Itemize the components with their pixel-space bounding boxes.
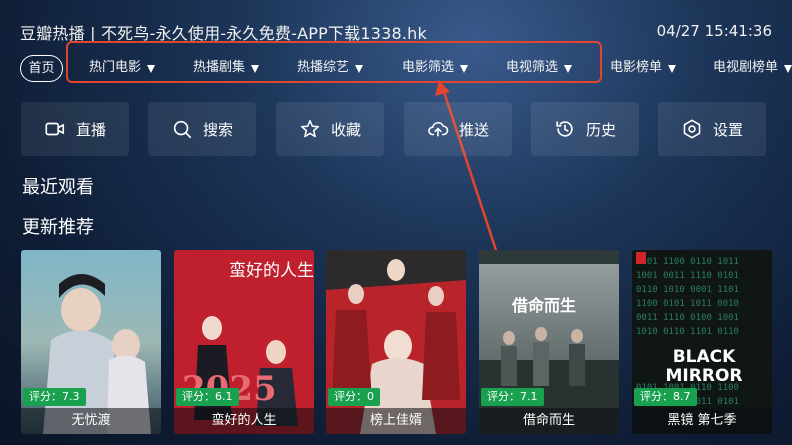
card-title: 借命而生 [479, 408, 619, 434]
cloud-upload-icon [428, 121, 449, 137]
search-button[interactable]: 搜索 [148, 102, 256, 156]
score-badge: 评分：6.1 [176, 388, 239, 406]
filter-triangle-icon [251, 64, 260, 73]
svg-text:0110 1010 0001 1101: 0110 1010 0001 1101 [636, 285, 739, 295]
tab-hot-movies[interactable]: 热门电影 [89, 53, 156, 83]
tab-hot-variety[interactable]: 热播综艺 [297, 53, 364, 83]
media-card[interactable]: 评分：7.3 无忧渡 [21, 250, 161, 434]
live-label: 直播 [75, 120, 106, 139]
score-badge: 评分：7.3 [23, 388, 86, 406]
filter-triangle-icon [564, 64, 573, 73]
tab-label: 电视剧榜单 [713, 60, 779, 75]
score-badge: 评分：7.1 [481, 388, 544, 406]
svg-text:1001 0011 1110 0101: 1001 0011 1110 0101 [636, 271, 739, 281]
favorites-label: 收藏 [330, 120, 361, 139]
settings-label: 设置 [712, 120, 743, 139]
tab-tv-ranking[interactable]: 电视剧榜单 [713, 53, 792, 83]
live-button[interactable]: 直播 [21, 102, 129, 156]
media-card[interactable]: 评分：0 榜上佳婿 [326, 250, 466, 434]
filter-triangle-icon [355, 64, 364, 73]
card-title: 黑镜 第七季 [632, 408, 772, 434]
svg-text:1100 0101 1011 0010: 1100 0101 1011 0010 [636, 299, 739, 309]
poster-title-text: 借命而生 [512, 296, 577, 315]
push-button[interactable]: 推送 [404, 102, 512, 156]
history-label: 历史 [585, 120, 616, 139]
section-updates-title: 更新推荐 [22, 217, 94, 238]
tab-label: 电影筛选 [402, 60, 455, 75]
poster-image [21, 250, 161, 434]
svg-text:1010 0110 1101 0110: 1010 0110 1101 0110 [636, 327, 739, 337]
filter-triangle-icon [147, 64, 156, 73]
header-clock: 04/27 15:41:36 [656, 22, 772, 40]
search-icon [173, 120, 192, 139]
tab-movie-ranking[interactable]: 电影榜单 [610, 53, 677, 83]
score-badge: 评分：8.7 [634, 388, 697, 406]
header-title: 豆瓣热播 | 不死鸟-永久使用-永久免费-APP下载1338.hk [20, 24, 427, 43]
filter-triangle-icon [784, 64, 792, 73]
tab-label: 电视筛选 [506, 60, 559, 75]
tab-label: 热播综艺 [297, 60, 350, 75]
tab-label: 电影榜单 [610, 60, 663, 75]
tab-tv-filter[interactable]: 电视筛选 [506, 53, 573, 83]
tab-home[interactable]: 首页 [20, 55, 63, 82]
category-tabs: 首页 热门电影 热播剧集 热播综艺 电影筛选 电视筛选 电影榜单 电视剧榜单 [0, 53, 792, 83]
settings-button[interactable]: 设置 [658, 102, 766, 156]
tab-label: 热播剧集 [193, 60, 246, 75]
tab-label: 热门电影 [89, 60, 142, 75]
media-card[interactable]: 2025 蛮好的人生 评分：6.1 蛮好的人生 [174, 250, 314, 434]
score-badge: 评分：0 [328, 388, 380, 406]
poster-image [326, 250, 466, 434]
settings-icon [683, 119, 701, 139]
recommend-row: 评分：7.3 无忧渡 2025 蛮好的人生 评分：6.1 蛮好的人生 评分：0 [0, 250, 792, 445]
action-bar: 直播 搜索 收藏 推送 历史 设置 [0, 102, 792, 156]
live-camera-icon [45, 122, 65, 136]
filter-triangle-icon [460, 64, 469, 73]
poster-title-text: BLACK MIRROR [665, 347, 743, 386]
filter-triangle-icon [668, 64, 677, 73]
history-button[interactable]: 历史 [531, 102, 639, 156]
star-icon [300, 119, 320, 138]
tab-movie-filter[interactable]: 电影筛选 [402, 53, 469, 83]
history-icon [556, 121, 573, 137]
tab-home-label: 首页 [28, 61, 55, 76]
card-title: 榜上佳婿 [326, 408, 466, 434]
card-title: 蛮好的人生 [174, 408, 314, 434]
tab-hot-series[interactable]: 热播剧集 [193, 53, 260, 83]
card-title: 无忧渡 [21, 408, 161, 434]
poster-image [479, 250, 619, 434]
svg-text:0011 1110 0100 1001: 0011 1110 0100 1001 [636, 313, 739, 323]
favorites-button[interactable]: 收藏 [276, 102, 384, 156]
section-recent-title: 最近观看 [22, 177, 94, 198]
svg-text:0101 1100 0110 1011: 0101 1100 0110 1011 [636, 257, 739, 267]
push-label: 推送 [458, 120, 489, 139]
poster-image: 0101 1100 0110 1011 1001 0011 1110 0101 … [632, 250, 772, 434]
poster-title-text: 蛮好的人生 [229, 261, 314, 281]
search-label: 搜索 [202, 120, 233, 139]
media-card[interactable]: 0101 1100 0110 1011 1001 0011 1110 0101 … [632, 250, 772, 434]
media-card[interactable]: 借命而生 评分：7.1 借命而生 [479, 250, 619, 434]
